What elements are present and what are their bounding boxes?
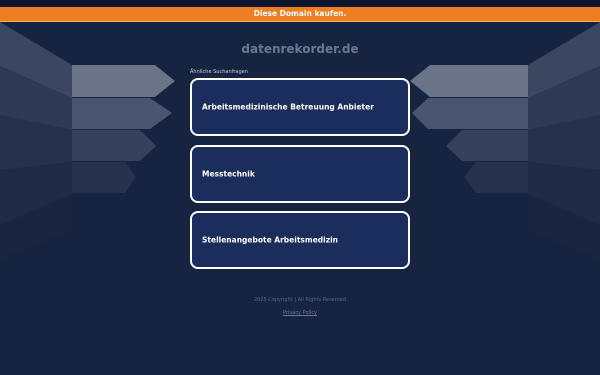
top-strip — [0, 0, 600, 7]
related-link-label: Stellenangebote Arbeitsmedizin — [202, 235, 338, 245]
left-stripe-1 — [0, 22, 72, 98]
right-stripe-4 — [528, 162, 600, 225]
right-arrow-2 — [412, 98, 528, 129]
left-arrow-3 — [72, 130, 156, 161]
domain-title: datenrekorder.de — [241, 42, 359, 56]
related-link-1[interactable]: Arbeitsmedizinische Betreuung Anbieter — [190, 78, 410, 136]
related-link-label: Messtechnik — [202, 169, 255, 179]
right-stripe-1 — [528, 22, 600, 98]
buy-domain-banner[interactable]: Diese Domain kaufen. — [0, 7, 600, 22]
related-searches-heading: Ähnliche Suchanfragen — [190, 69, 248, 75]
right-arrow-3 — [446, 130, 528, 161]
related-link-label: Arbeitsmedizinische Betreuung Anbieter — [202, 102, 374, 112]
copyright-text: 2025 Copyright | All Rights Reserved — [253, 297, 347, 303]
related-link-3[interactable]: Stellenangebote Arbeitsmedizin — [190, 211, 410, 269]
left-stripe-4 — [0, 162, 72, 225]
right-stripe-3 — [528, 115, 600, 170]
left-stripe-3 — [0, 115, 72, 170]
privacy-policy-link[interactable]: Privacy Policy — [0, 310, 600, 316]
related-link-2[interactable]: Messtechnik — [190, 145, 410, 203]
left-arrow-4 — [72, 162, 136, 193]
left-arrow-1 — [72, 65, 175, 97]
right-arrow-1 — [410, 65, 528, 97]
left-stripe-2 — [0, 66, 72, 130]
right-stripe-5 — [528, 194, 600, 260]
right-arrow-4 — [464, 162, 528, 193]
left-stripe-5 — [0, 194, 72, 260]
right-stripe-2 — [528, 66, 600, 130]
left-arrow-2 — [72, 98, 172, 129]
